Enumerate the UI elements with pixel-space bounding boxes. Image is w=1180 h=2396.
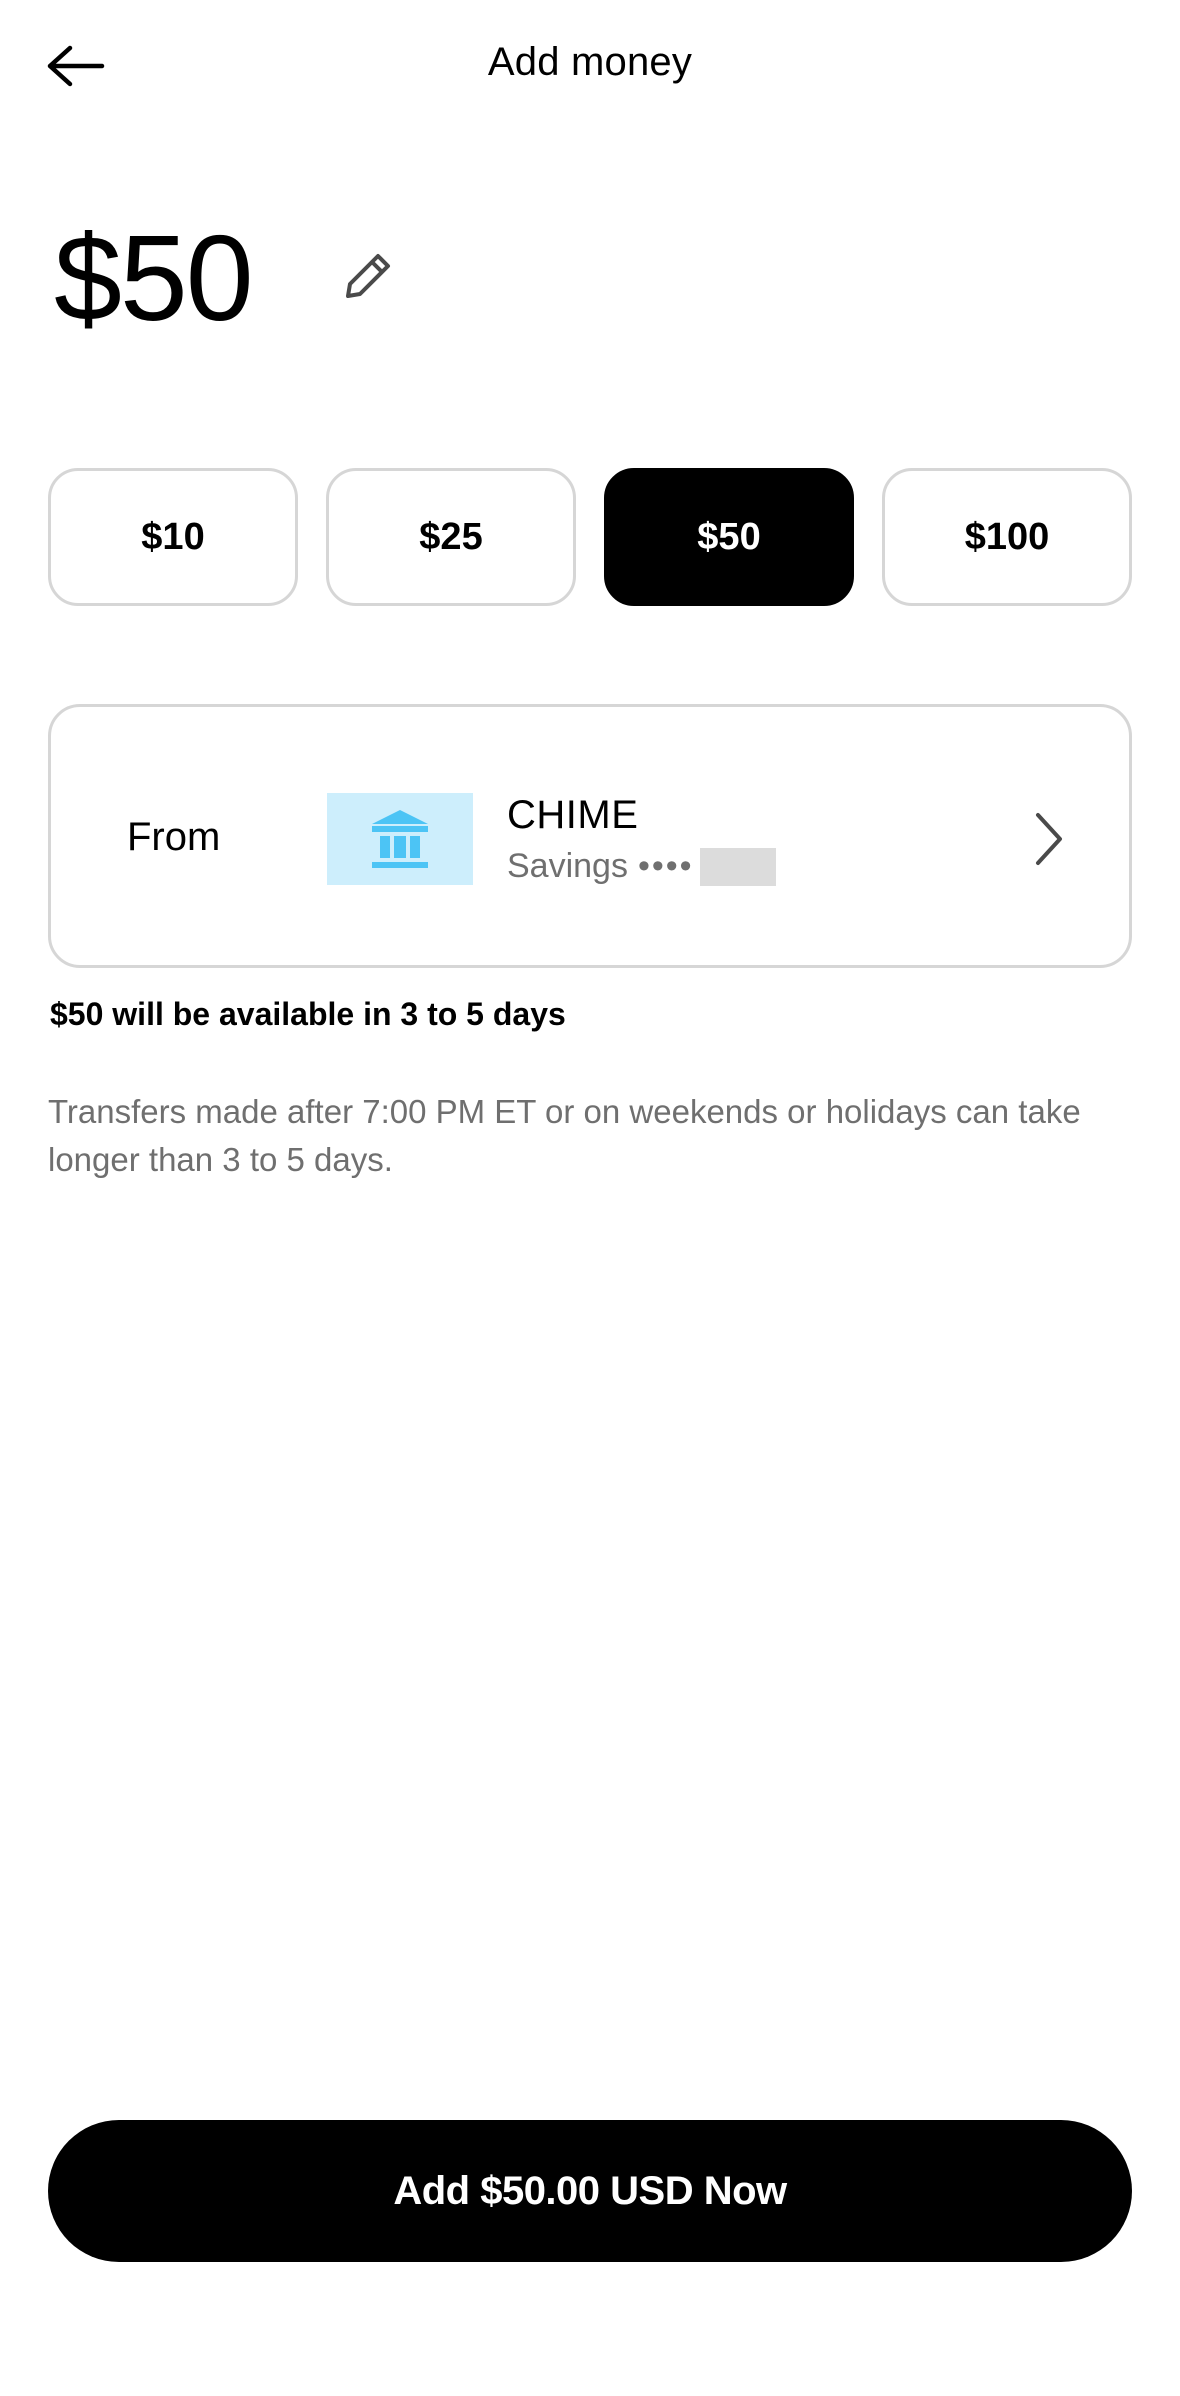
bank-account: Savings •••• xyxy=(507,847,776,886)
bank-icon xyxy=(372,810,428,868)
header: Add money xyxy=(0,0,1180,132)
availability-text: $50 will be available in 3 to 5 days xyxy=(50,996,566,1032)
redacted-account-number xyxy=(699,847,776,886)
account-mask: •••• xyxy=(637,847,694,885)
account-type: Savings xyxy=(507,847,628,885)
bank-logo xyxy=(327,793,473,885)
pencil-icon xyxy=(346,254,390,298)
funding-source-selector[interactable]: From CHIME Savings •••• xyxy=(48,704,1132,968)
from-label: From xyxy=(127,815,221,859)
add-money-button[interactable]: Add $50.00 USD Now xyxy=(48,2120,1132,2262)
chevron-right-icon xyxy=(1029,807,1069,871)
preset-25-button[interactable]: $25 xyxy=(326,468,576,606)
preset-100-button[interactable]: $100 xyxy=(882,468,1132,606)
bank-name: CHIME xyxy=(507,793,639,837)
edit-amount-button[interactable] xyxy=(332,240,404,312)
page-title: Add money xyxy=(487,40,693,84)
transfer-note: Transfers made after 7:00 PM ET or on we… xyxy=(48,1093,1081,1178)
preset-50-button[interactable]: $50 xyxy=(604,468,854,606)
add-money-screen: Add money $50 $10 $25 $50 $100 From CHIM… xyxy=(0,0,1180,2396)
preset-10-button[interactable]: $10 xyxy=(48,468,298,606)
amount-display: $50 xyxy=(54,210,254,346)
amount-presets: $10 $25 $50 $100 xyxy=(48,468,1132,606)
